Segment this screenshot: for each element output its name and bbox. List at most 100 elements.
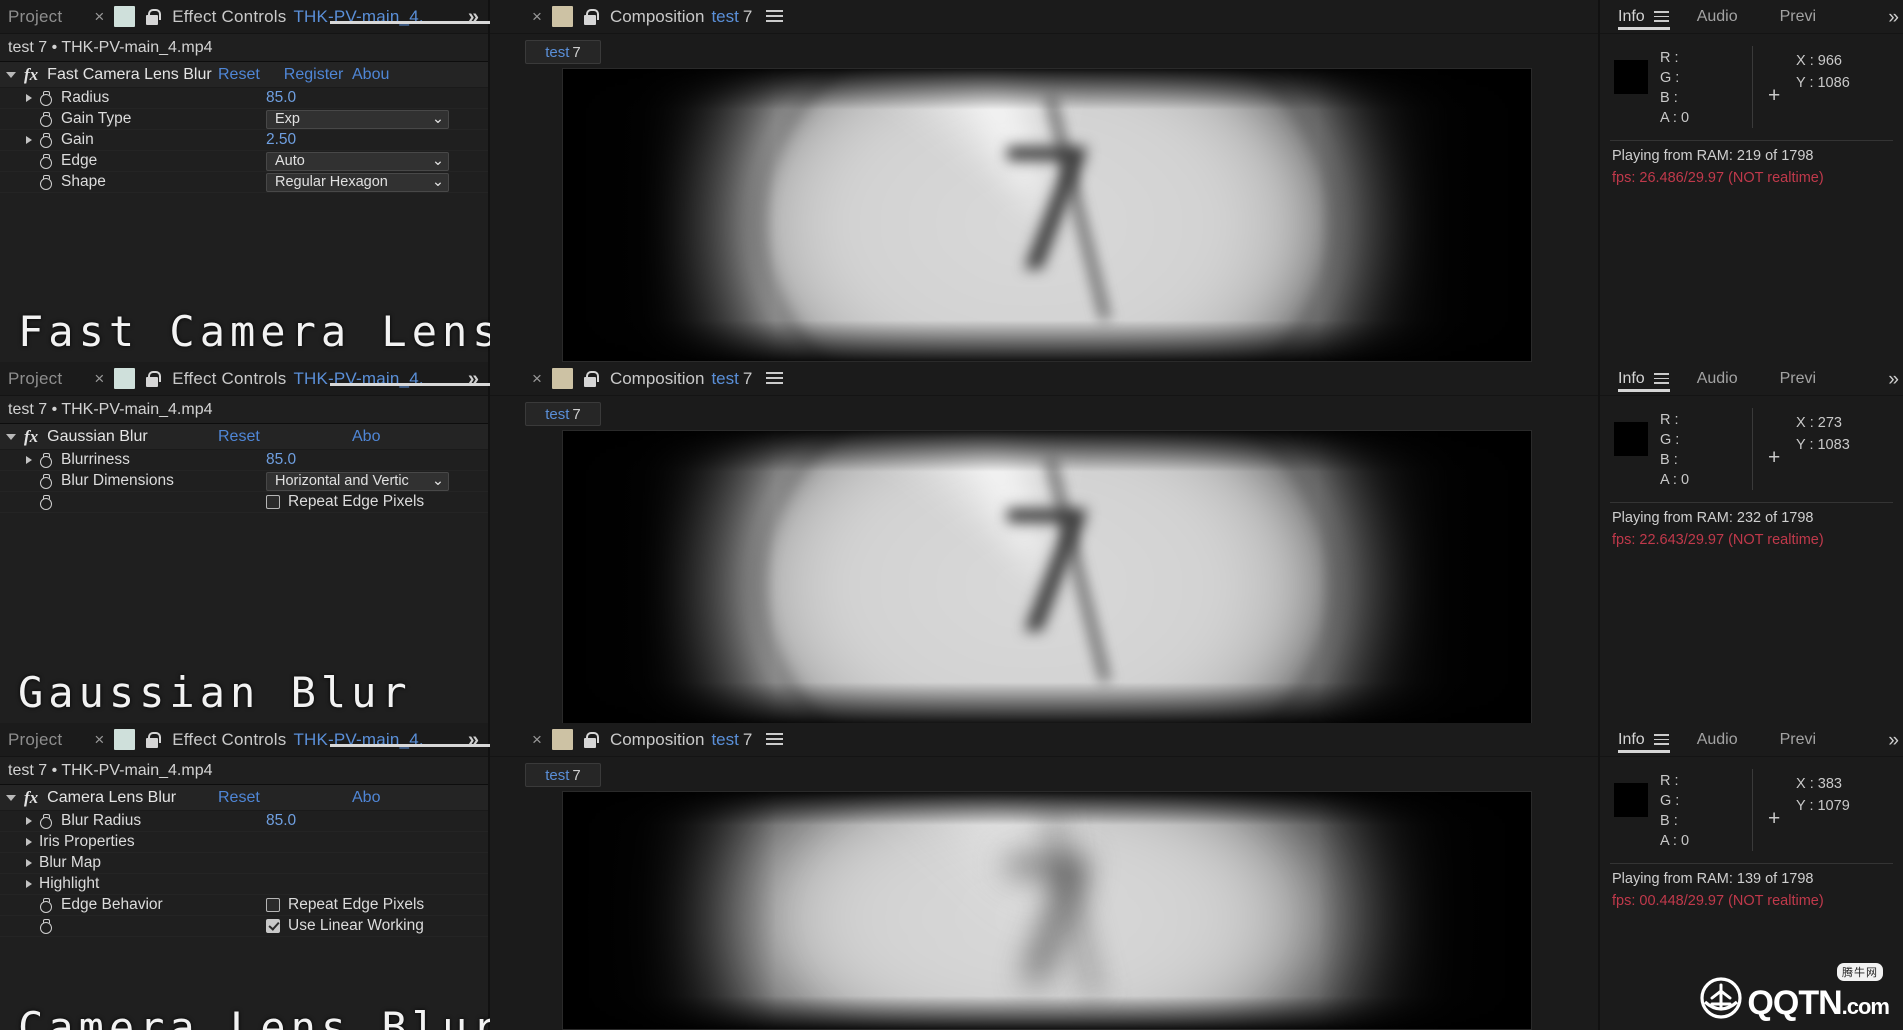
disclosure-triangle-icon[interactable] xyxy=(26,859,32,867)
stopwatch-icon[interactable] xyxy=(39,814,52,829)
effect-link-about[interactable]: Abou xyxy=(352,66,389,84)
blurred-countdown-leader-frame: 7 xyxy=(563,431,1531,723)
composition-menu-icon[interactable] xyxy=(766,372,784,385)
effect-link-reset[interactable]: Reset xyxy=(218,428,260,446)
effect-header-gaussian-blur[interactable]: fx Gaussian Blur Reset Abo xyxy=(0,424,488,450)
property-label: Edge xyxy=(61,152,98,169)
disclosure-triangle-icon[interactable] xyxy=(26,456,32,464)
effect-controls-tabbar: Project × Effect Controls THK-PV-main_4.» xyxy=(0,0,600,34)
tab-preview[interactable]: Previ xyxy=(1780,731,1816,749)
composition-viewer[interactable]: 7 xyxy=(562,430,1532,723)
property-value[interactable]: 85.0 xyxy=(266,451,296,469)
composition-menu-icon[interactable] xyxy=(766,733,784,746)
composition-tab-title[interactable]: Composition xyxy=(610,369,705,389)
disclosure-triangle-icon[interactable] xyxy=(26,94,32,102)
tab-info[interactable]: Info xyxy=(1618,731,1645,749)
disclosure-triangle-icon[interactable] xyxy=(6,71,16,78)
composition-name-chip[interactable]: test 7 xyxy=(525,402,601,426)
composition-tab-title[interactable]: Composition xyxy=(610,730,705,750)
chevron-more-icon[interactable]: » xyxy=(468,6,479,29)
fps-status: fps: 00.448/29.97 (NOT realtime) xyxy=(1612,893,1824,909)
tab-audio[interactable]: Audio xyxy=(1697,8,1738,26)
checkbox-icon[interactable] xyxy=(266,495,280,509)
lock-icon[interactable] xyxy=(144,731,162,749)
fps-status: fps: 22.643/29.97 (NOT realtime) xyxy=(1612,532,1824,548)
composition-name-chip[interactable]: test 7 xyxy=(525,40,601,64)
tab-preview[interactable]: Previ xyxy=(1780,8,1816,26)
stopwatch-icon[interactable] xyxy=(39,495,52,510)
effect-link-about[interactable]: Abo xyxy=(352,428,380,446)
info-menu-icon[interactable] xyxy=(1653,11,1669,22)
property-checkbox-row[interactable]: Repeat Edge Pixels xyxy=(266,493,424,511)
chevron-more-icon[interactable]: » xyxy=(468,729,479,752)
info-r-value: R : xyxy=(1660,773,1679,789)
tab-close-icon[interactable]: × xyxy=(94,7,104,27)
disclosure-triangle-icon[interactable] xyxy=(26,838,32,846)
composition-menu-icon[interactable] xyxy=(766,10,784,23)
effect-link-about[interactable]: Abo xyxy=(352,789,380,807)
stopwatch-icon[interactable] xyxy=(39,91,52,106)
stopwatch-icon[interactable] xyxy=(39,112,52,127)
lock-icon[interactable] xyxy=(144,370,162,388)
property-checkbox-row[interactable]: Use Linear Working xyxy=(266,917,424,935)
tab-info[interactable]: Info xyxy=(1618,370,1645,388)
property-checkbox-label: Repeat Edge Pixels xyxy=(288,493,425,510)
property-value[interactable]: 2.50 xyxy=(266,131,296,149)
effect-link-reset[interactable]: Reset xyxy=(218,66,260,84)
composition-lock-icon[interactable] xyxy=(582,8,599,26)
composition-viewer[interactable]: 7 xyxy=(562,791,1532,1030)
tab-project[interactable]: Project xyxy=(4,7,72,27)
effect-link-register[interactable]: Register xyxy=(284,66,344,84)
stopwatch-icon[interactable] xyxy=(39,133,52,148)
info-chevron-more-icon[interactable]: » xyxy=(1888,730,1898,752)
tab-info[interactable]: Info xyxy=(1618,8,1645,26)
effect-link-reset[interactable]: Reset xyxy=(218,789,260,807)
info-menu-icon[interactable] xyxy=(1653,734,1669,745)
tab-audio[interactable]: Audio xyxy=(1697,370,1738,388)
stopwatch-icon[interactable] xyxy=(39,919,52,934)
info-chevron-more-icon[interactable]: » xyxy=(1888,7,1898,29)
chevron-more-icon[interactable]: » xyxy=(468,368,479,391)
property-dropdown[interactable]: Auto ⌄ xyxy=(266,151,449,171)
tab-preview[interactable]: Previ xyxy=(1780,370,1816,388)
stopwatch-icon[interactable] xyxy=(39,453,52,468)
stopwatch-icon[interactable] xyxy=(39,175,52,190)
composition-lock-icon[interactable] xyxy=(582,370,599,388)
tab-project[interactable]: Project xyxy=(4,369,72,389)
disclosure-triangle-icon[interactable] xyxy=(26,136,32,144)
property-value[interactable]: 85.0 xyxy=(266,812,296,830)
composition-lock-icon[interactable] xyxy=(582,731,599,749)
property-label: Blur Dimensions xyxy=(61,472,174,489)
composition-tab-close-icon[interactable]: × xyxy=(532,730,542,750)
tab-project[interactable]: Project xyxy=(4,730,72,750)
composition-color-swatch-icon xyxy=(551,6,573,27)
stopwatch-icon[interactable] xyxy=(39,898,52,913)
composition-tab-number: 7 xyxy=(742,6,753,26)
property-dropdown[interactable]: Regular Hexagon ⌄ xyxy=(266,172,449,192)
composition-viewer[interactable]: 7 xyxy=(562,68,1532,362)
property-checkbox-row[interactable]: Repeat Edge Pixels xyxy=(266,896,424,914)
disclosure-triangle-icon[interactable] xyxy=(6,433,16,440)
info-menu-icon[interactable] xyxy=(1653,373,1669,384)
property-dropdown[interactable]: Horizontal and Vertic ⌄ xyxy=(266,471,449,491)
composition-name-chip[interactable]: test 7 xyxy=(525,763,601,787)
property-dropdown[interactable]: Exp ⌄ xyxy=(266,109,449,129)
stopwatch-icon[interactable] xyxy=(39,474,52,489)
composition-tab-title[interactable]: Composition xyxy=(610,7,705,27)
disclosure-triangle-icon[interactable] xyxy=(26,817,32,825)
lock-icon[interactable] xyxy=(144,8,162,26)
effect-header-camera-lens-blur[interactable]: fx Camera Lens Blur Reset Abo xyxy=(0,785,488,811)
tab-close-icon[interactable]: × xyxy=(94,369,104,389)
composition-tab-close-icon[interactable]: × xyxy=(532,7,542,27)
checkbox-icon[interactable] xyxy=(266,919,280,933)
checkbox-icon[interactable] xyxy=(266,898,280,912)
property-value[interactable]: 85.0 xyxy=(266,89,296,107)
stopwatch-icon[interactable] xyxy=(39,154,52,169)
tab-audio[interactable]: Audio xyxy=(1697,731,1738,749)
effect-header-fast-camera-lens-blur[interactable]: fx Fast Camera Lens Blur Reset Register Abou xyxy=(0,62,488,88)
disclosure-triangle-icon[interactable] xyxy=(26,880,32,888)
composition-tab-close-icon[interactable]: × xyxy=(532,369,542,389)
info-chevron-more-icon[interactable]: » xyxy=(1888,369,1898,391)
tab-close-icon[interactable]: × xyxy=(94,730,104,750)
disclosure-triangle-icon[interactable] xyxy=(6,794,16,801)
